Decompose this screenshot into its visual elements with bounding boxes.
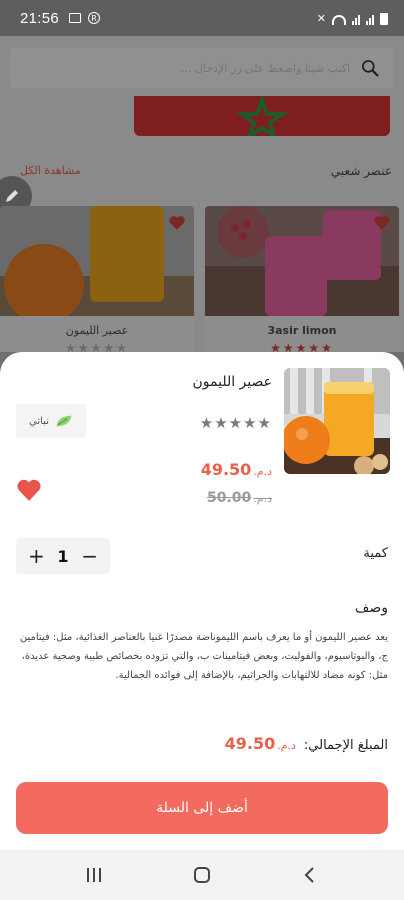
star-icon [236,96,288,136]
vegetarian-badge: نباتي [16,404,86,438]
increment-button[interactable]: + [28,546,45,566]
quantity-label: كمية [363,546,388,561]
price-currency: د.م. [253,465,272,478]
total-row: المبلغ الإجمالي: د.م. 49.50 [16,734,388,753]
card-image [205,206,399,316]
search-icon[interactable] [360,58,380,78]
gallery-icon [69,13,82,23]
status-time: 21:56 [20,9,60,27]
total-price: د.م. 49.50 [225,734,296,753]
card-stars: ★★★★★ [65,341,129,352]
product-detail-sheet: عصير الليمون ★★★★★ نباتي د.م. 49.50 د.م.… [0,352,404,850]
see-all-link[interactable]: مشاهدة الكل [20,164,81,177]
system-nav-bar [0,850,404,900]
recents-icon [87,868,101,882]
status-notifications: R [69,12,101,24]
total-value: 49.50 [224,734,276,753]
wifi-icon [332,14,346,25]
card-name: 3asir limon [267,324,337,337]
total-label: المبلغ الإجمالي: [303,738,388,753]
old-price: د.م. 50.00 [207,490,272,506]
background-page: عنصر شعبي مشاهدة الكل 3asir limon ★★★★★ [0,36,404,352]
heart-icon[interactable] [168,214,186,232]
r-badge-icon: R [88,12,101,24]
heart-icon[interactable] [373,214,391,232]
flag-banner [134,96,390,136]
price-value: 49.50 [200,460,252,479]
decrement-button[interactable]: − [81,546,98,566]
home-icon [194,867,210,883]
quantity-stepper: + 1 − [16,538,110,574]
home-button[interactable] [182,855,222,895]
signal-icon-2 [366,14,374,25]
card-image [0,206,194,316]
status-bar: 21:56 R ✕ [0,0,404,36]
current-price: د.م. 49.50 [201,460,272,479]
mute-icon: ✕ [316,11,326,25]
old-price-currency: د.م. [253,492,272,505]
quantity-value: 1 [57,546,69,566]
leaf-icon [56,415,72,427]
old-price-value: 50.00 [207,490,252,506]
add-to-cart-button[interactable]: أضف إلى السلة [16,782,388,834]
card-stars: ★★★★★ [270,341,334,352]
signal-icon [352,14,360,25]
pencil-icon [6,190,18,202]
product-card[interactable]: 3asir limon ★★★★★ [205,206,399,352]
status-system-icons: ✕ [317,12,388,25]
back-icon [304,867,314,883]
section-title: عنصر شعبي [330,164,392,178]
description-text: يعد عصير الليمون أو ما يعرف باسم الليمون… [19,632,388,681]
product-image [284,368,390,474]
back-button[interactable] [290,855,330,895]
search-input[interactable] [50,61,350,75]
description-title: وصف [354,600,388,616]
product-title: عصير الليمون [192,374,272,390]
card-name: عصير الليمون [65,324,129,337]
recents-button[interactable] [74,855,114,895]
battery-icon [380,12,388,25]
product-rating: ★★★★★ [199,414,272,432]
total-currency: د.م. [277,739,296,752]
heart-icon[interactable] [16,478,42,502]
vegetarian-label: نباتي [29,415,49,427]
search-bar[interactable] [10,48,394,88]
product-card[interactable]: عصير الليمون ★★★★★ [0,206,194,352]
